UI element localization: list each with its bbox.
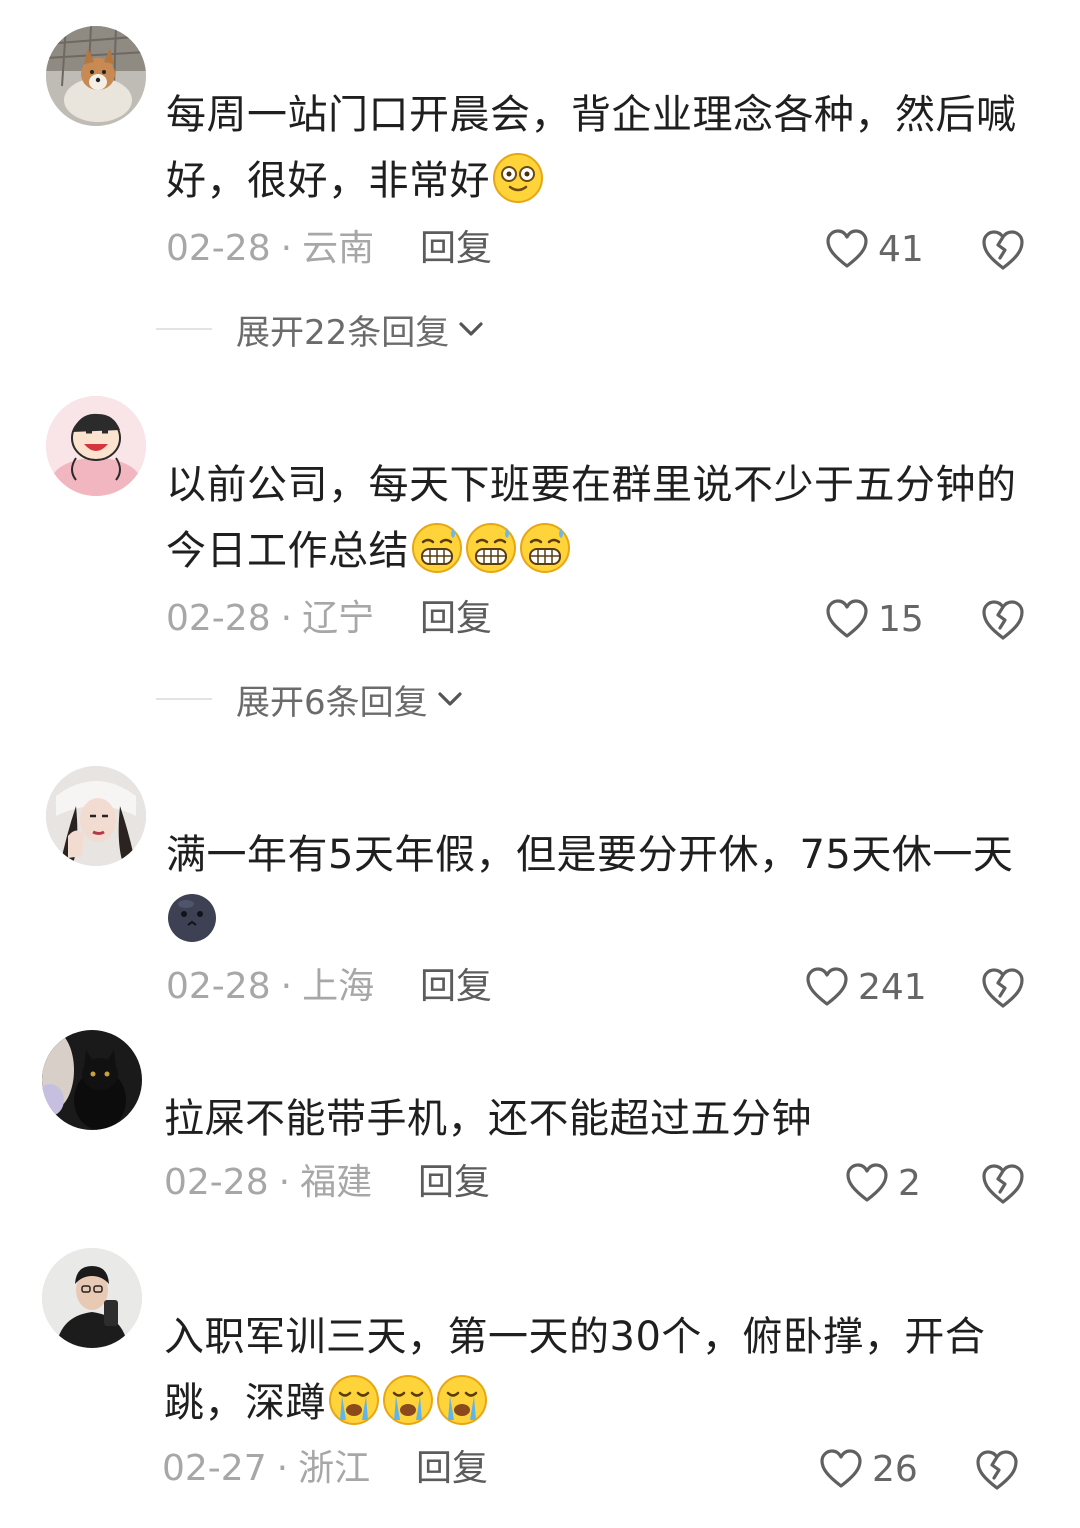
heart-outline-icon [826, 599, 868, 638]
meta-separator: · [276, 1448, 289, 1489]
like-button[interactable]: 2 [844, 1158, 921, 1208]
comment-meta: 02-28 · 辽宁 [166, 594, 374, 644]
comment-date: 02-28 [166, 598, 271, 639]
expand-label: 展开22条回复 [236, 312, 450, 353]
comment-meta: 02-28 · 福建 [164, 1158, 372, 1208]
comment-text: 每周一站门口开晨会，背企业理念各种，然后喊好，很好，非常好 [166, 82, 1036, 214]
comment-date: 02-27 [162, 1448, 267, 1489]
expand-divider [156, 328, 212, 330]
expand-divider [156, 698, 212, 700]
comment-meta: 02-27 · 浙江 [162, 1444, 370, 1494]
like-count: 15 [878, 598, 924, 640]
heart-outline-icon [846, 1163, 888, 1202]
crying-face-emoji-icon [328, 1374, 380, 1426]
heart-outline-icon [826, 229, 868, 268]
reply-button[interactable]: 回复 [420, 594, 492, 644]
comment-text: 拉屎不能带手机，还不能超过五分钟 [164, 1086, 1034, 1152]
meta-separator: · [278, 1162, 291, 1203]
comment-text: 以前公司，每天下班要在群里说不少于五分钟的今日工作总结 [166, 452, 1036, 584]
meta-separator: · [280, 598, 293, 639]
like-count: 241 [858, 966, 927, 1008]
comment-text-content: 以前公司，每天下班要在群里说不少于五分钟的今日工作总结 [166, 462, 1017, 574]
avatar[interactable] [46, 26, 146, 126]
comment-region: 上海 [302, 966, 375, 1007]
avatar[interactable] [46, 396, 146, 496]
expand-label: 展开6条回复 [236, 682, 428, 723]
avatar[interactable] [42, 1248, 142, 1348]
broken-heart-icon[interactable] [980, 966, 1026, 1010]
comment-region: 云南 [302, 228, 375, 269]
grin-sweat-emoji-icon [519, 522, 571, 574]
like-count: 26 [872, 1448, 918, 1490]
like-button[interactable]: 241 [804, 962, 927, 1012]
broken-heart-icon[interactable] [980, 1162, 1026, 1206]
expand-replies[interactable]: 展开6条回复 [156, 674, 464, 724]
comment-text-content: 拉屎不能带手机，还不能超过五分钟 [164, 1096, 812, 1142]
grin-sweat-emoji-icon [411, 522, 463, 574]
broken-heart-icon[interactable] [974, 1448, 1020, 1492]
comment-region: 辽宁 [302, 598, 375, 639]
heart-outline-icon [806, 967, 848, 1006]
dizzy-face-emoji-icon [492, 152, 544, 204]
comment-meta: 02-28 · 上海 [166, 962, 374, 1012]
comment-date: 02-28 [166, 966, 271, 1007]
meta-separator: · [280, 228, 293, 269]
like-count: 2 [898, 1162, 921, 1204]
heart-outline-icon [820, 1449, 862, 1488]
avatar[interactable] [42, 1030, 142, 1130]
reply-button[interactable]: 回复 [420, 224, 492, 274]
like-count: 41 [878, 228, 924, 270]
chevron-down-icon [459, 322, 483, 336]
comment-text-content: 每周一站门口开晨会，背企业理念各种，然后喊好，很好，非常好 [166, 92, 1017, 204]
crying-face-emoji-icon [436, 1374, 488, 1426]
like-button[interactable]: 41 [824, 224, 924, 274]
comment-meta: 02-28 · 云南 [166, 224, 374, 274]
reply-button[interactable]: 回复 [416, 1444, 488, 1494]
comment-text: 入职军训三天，第一天的30个，俯卧撑，开合跳，深蹲 [164, 1304, 1034, 1436]
grin-sweat-emoji-icon [465, 522, 517, 574]
reply-button[interactable]: 回复 [418, 1158, 490, 1208]
comment-region: 福建 [300, 1162, 373, 1203]
broken-heart-icon[interactable] [980, 228, 1026, 272]
crying-face-emoji-icon [382, 1374, 434, 1426]
reply-button[interactable]: 回复 [420, 962, 492, 1012]
comment-date: 02-28 [166, 228, 271, 269]
comment-text-content: 入职军训三天，第一天的30个，俯卧撑，开合跳，深蹲 [164, 1314, 986, 1426]
comment-date: 02-28 [164, 1162, 269, 1203]
comment-region: 浙江 [298, 1448, 371, 1489]
comment-text: 满一年有5天年假，但是要分开休，75天休一天 [166, 822, 1036, 954]
broken-heart-icon[interactable] [980, 598, 1026, 642]
avatar[interactable] [46, 766, 146, 866]
comment-text-content: 满一年有5天年假，但是要分开休，75天休一天 [166, 832, 1014, 878]
expand-replies[interactable]: 展开22条回复 [156, 304, 485, 354]
meta-separator: · [280, 966, 293, 1007]
dark-face-emoji-icon [166, 892, 218, 944]
like-button[interactable]: 26 [818, 1444, 918, 1494]
chevron-down-icon [438, 692, 462, 706]
like-button[interactable]: 15 [824, 594, 924, 644]
